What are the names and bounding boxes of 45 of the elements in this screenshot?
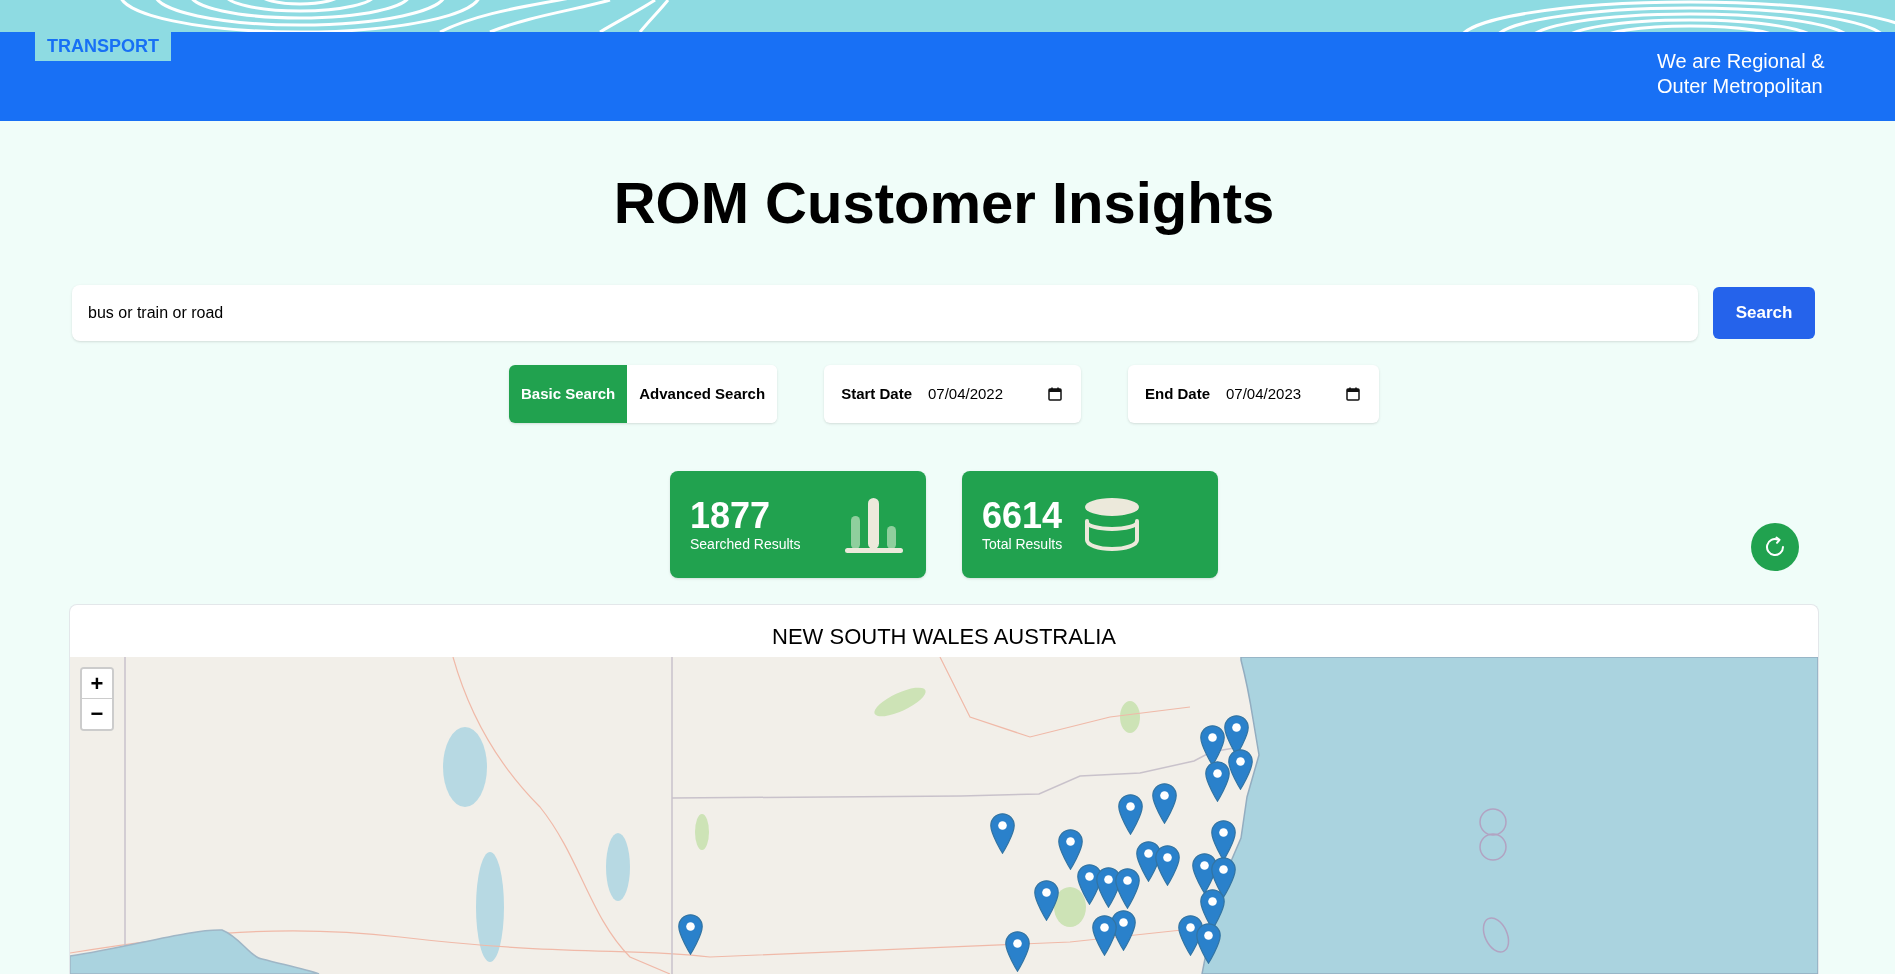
date-label: Start Date (841, 383, 912, 404)
date-input[interactable]: 07/04/2023 (1226, 379, 1360, 409)
database-icon (1084, 496, 1141, 553)
calendar-icon[interactable] (1048, 387, 1062, 401)
date-label: End Date (1145, 383, 1210, 404)
map-pin-icon[interactable] (1211, 857, 1236, 898)
park-area (1054, 887, 1086, 927)
map-pin-icon[interactable] (1205, 761, 1230, 802)
calendar-icon[interactable] (1346, 387, 1360, 401)
map-pin-icon[interactable] (1118, 794, 1143, 835)
stat-label: Total Results (982, 534, 1063, 553)
park-area (695, 814, 709, 850)
island-outline (1479, 833, 1507, 861)
map-pin-icon[interactable] (1200, 725, 1225, 766)
map-pin-icon[interactable] (1034, 880, 1059, 921)
map-pin-icon[interactable] (1155, 845, 1180, 886)
tagline-text: We are Regional & Outer Metropolitan (1657, 49, 1826, 99)
map-pin-icon[interactable] (678, 914, 703, 955)
stat-value: 6614 (982, 496, 1063, 535)
stat-label: Searched Results (690, 534, 801, 553)
refresh-icon (1763, 535, 1787, 559)
island-outline (1479, 808, 1507, 836)
map-pin-icon[interactable] (990, 813, 1015, 854)
map-pin-icon[interactable] (1228, 749, 1253, 790)
bar-chart-icon (844, 495, 903, 554)
map-pin-icon[interactable] (1115, 868, 1140, 909)
search-mode-tab[interactable]: Advanced Search (627, 365, 778, 423)
search-input[interactable]: bus or train or road (72, 285, 1698, 341)
stat-value: 1877 (690, 496, 772, 535)
park-area (1120, 701, 1140, 733)
brand-badge: TRANSPORT (35, 32, 171, 61)
lake-area (606, 833, 630, 901)
page-title: ROM Customer Insights (612, 169, 1276, 237)
zoom-in-button[interactable]: + (82, 669, 112, 699)
refresh-button[interactable] (1751, 523, 1799, 571)
search-button[interactable]: Search (1713, 287, 1815, 339)
map-pin-icon[interactable] (1058, 829, 1083, 870)
island-outline (1482, 917, 1510, 953)
park-area (874, 687, 926, 717)
map-title: NEW SOUTH WALES AUSTRALIA (772, 623, 1116, 651)
map-pin-icon[interactable] (1092, 915, 1117, 956)
map-pin-icon[interactable] (1152, 783, 1177, 824)
map-pin-icon[interactable] (1005, 931, 1030, 972)
map-pin-icon[interactable] (1196, 923, 1221, 964)
date-input[interactable]: 07/04/2022 (928, 379, 1062, 409)
